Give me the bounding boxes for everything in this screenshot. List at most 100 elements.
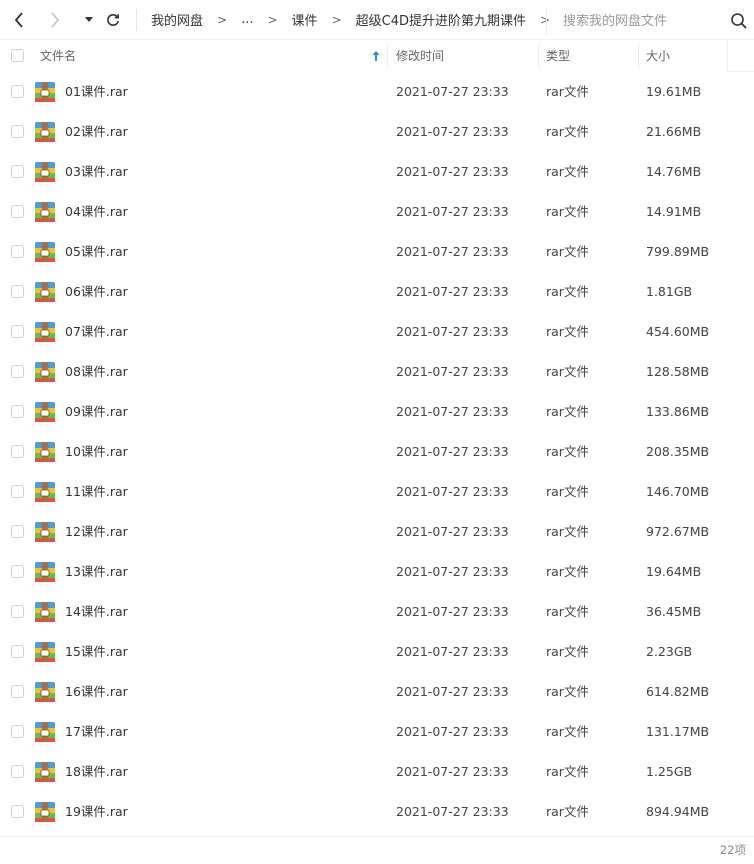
row-checkbox[interactable] <box>11 445 24 458</box>
file-name[interactable]: 11课件.rar <box>65 472 128 512</box>
column-header-modified[interactable]: 修改时间 <box>396 40 444 72</box>
table-row[interactable]: 19课件.rar 2021-07-27 23:33 rar文件 894.94MB <box>0 792 754 832</box>
column-divider[interactable] <box>638 44 639 68</box>
table-row[interactable]: 15课件.rar 2021-07-27 23:33 rar文件 2.23GB <box>0 632 754 672</box>
file-modified-time: 2021-07-27 23:33 <box>396 804 509 819</box>
table-row[interactable]: 07课件.rar 2021-07-27 23:33 rar文件 454.60MB <box>0 312 754 352</box>
file-name[interactable]: 14课件.rar <box>65 592 128 632</box>
column-header-name[interactable]: 文件名 <box>40 40 76 72</box>
file-name[interactable]: 08课件.rar <box>65 352 128 392</box>
rar-archive-icon <box>35 402 55 422</box>
search-icon[interactable] <box>730 12 748 30</box>
file-name[interactable]: 17课件.rar <box>65 712 128 752</box>
file-size: 19.61MB <box>646 84 702 99</box>
sort-up-icon[interactable] <box>371 50 381 62</box>
file-size: 799.89MB <box>646 244 710 259</box>
column-header-size[interactable]: 大小 <box>646 40 670 72</box>
file-type: rar文件 <box>546 604 589 619</box>
file-name[interactable]: 01课件.rar <box>65 72 128 112</box>
row-checkbox[interactable] <box>11 165 24 178</box>
file-modified-time: 2021-07-27 23:33 <box>396 604 509 619</box>
table-row[interactable]: 18课件.rar 2021-07-27 23:33 rar文件 1.25GB <box>0 752 754 792</box>
file-name[interactable]: 06课件.rar <box>65 272 128 312</box>
file-name[interactable]: 03课件.rar <box>65 152 128 192</box>
refresh-button[interactable] <box>102 9 124 31</box>
file-name[interactable]: 18课件.rar <box>65 752 128 792</box>
row-checkbox[interactable] <box>11 565 24 578</box>
row-checkbox[interactable] <box>11 365 24 378</box>
file-name[interactable]: 12课件.rar <box>65 512 128 552</box>
rar-archive-icon <box>35 682 55 702</box>
breadcrumb-item-courseware[interactable]: 课件 <box>290 10 320 29</box>
file-name[interactable]: 13课件.rar <box>65 552 128 592</box>
row-checkbox[interactable] <box>11 85 24 98</box>
file-name[interactable]: 07课件.rar <box>65 312 128 352</box>
file-modified-time: 2021-07-27 23:33 <box>396 764 509 779</box>
table-row[interactable]: 02课件.rar 2021-07-27 23:33 rar文件 21.66MB <box>0 112 754 152</box>
table-row[interactable]: 10课件.rar 2021-07-27 23:33 rar文件 208.35MB <box>0 432 754 472</box>
table-row[interactable]: 09课件.rar 2021-07-27 23:33 rar文件 133.86MB <box>0 392 754 432</box>
row-checkbox[interactable] <box>11 605 24 618</box>
status-bar: 22项 <box>0 836 754 864</box>
table-row[interactable]: 06课件.rar 2021-07-27 23:33 rar文件 1.81GB <box>0 272 754 312</box>
column-divider[interactable] <box>387 44 388 68</box>
row-checkbox[interactable] <box>11 205 24 218</box>
table-row[interactable]: 12课件.rar 2021-07-27 23:33 rar文件 972.67MB <box>0 512 754 552</box>
table-row[interactable]: 17课件.rar 2021-07-27 23:33 rar文件 131.17MB <box>0 712 754 752</box>
row-checkbox[interactable] <box>11 525 24 538</box>
table-row[interactable]: 08课件.rar 2021-07-27 23:33 rar文件 128.58MB <box>0 352 754 392</box>
breadcrumb-item-ellipsis[interactable]: ... <box>239 12 255 27</box>
row-checkbox[interactable] <box>11 645 24 658</box>
history-dropdown-button[interactable] <box>78 9 100 31</box>
file-name[interactable]: 04课件.rar <box>65 192 128 232</box>
row-checkbox[interactable] <box>11 325 24 338</box>
rar-archive-icon <box>35 242 55 262</box>
file-name[interactable]: 19课件.rar <box>65 792 128 832</box>
breadcrumb: 我的网盘 > ... > 课件 > 超级C4D提升进阶第九期课件 > <box>149 10 562 29</box>
file-name[interactable]: 02课件.rar <box>65 112 128 152</box>
file-size: 454.60MB <box>646 324 710 339</box>
forward-button[interactable] <box>44 9 66 31</box>
file-name[interactable]: 16课件.rar <box>65 672 128 712</box>
column-divider[interactable] <box>538 44 539 68</box>
file-size: 146.70MB <box>646 484 710 499</box>
table-row[interactable]: 14课件.rar 2021-07-27 23:33 rar文件 36.45MB <box>0 592 754 632</box>
row-checkbox[interactable] <box>11 685 24 698</box>
file-type: rar文件 <box>546 484 589 499</box>
file-size: 1.25GB <box>646 764 693 779</box>
file-type: rar文件 <box>546 644 589 659</box>
rar-archive-icon <box>35 802 55 822</box>
row-checkbox[interactable] <box>11 805 24 818</box>
breadcrumb-item-current[interactable]: 超级C4D提升进阶第九期课件 <box>354 10 528 29</box>
table-row[interactable]: 04课件.rar 2021-07-27 23:33 rar文件 14.91MB <box>0 192 754 232</box>
file-type: rar文件 <box>546 284 589 299</box>
row-checkbox[interactable] <box>11 405 24 418</box>
back-button[interactable] <box>8 9 30 31</box>
file-name[interactable]: 15课件.rar <box>65 632 128 672</box>
file-name[interactable]: 10课件.rar <box>65 432 128 472</box>
table-row[interactable]: 13课件.rar 2021-07-27 23:33 rar文件 19.64MB <box>0 552 754 592</box>
table-row[interactable]: 03课件.rar 2021-07-27 23:33 rar文件 14.76MB <box>0 152 754 192</box>
table-row[interactable]: 05课件.rar 2021-07-27 23:33 rar文件 799.89MB <box>0 232 754 272</box>
search-box <box>546 7 754 35</box>
table-row[interactable]: 01课件.rar 2021-07-27 23:33 rar文件 19.61MB <box>0 72 754 112</box>
search-input[interactable] <box>563 13 735 29</box>
file-name[interactable]: 05课件.rar <box>65 232 128 272</box>
row-checkbox[interactable] <box>11 285 24 298</box>
row-checkbox[interactable] <box>11 245 24 258</box>
scrollbar[interactable] <box>727 72 754 836</box>
table-row[interactable]: 11课件.rar 2021-07-27 23:33 rar文件 146.70MB <box>0 472 754 512</box>
row-checkbox[interactable] <box>11 125 24 138</box>
select-all-checkbox[interactable] <box>11 49 24 62</box>
rar-archive-icon <box>35 282 55 302</box>
file-type: rar文件 <box>546 244 589 259</box>
rar-archive-icon <box>35 602 55 622</box>
breadcrumb-item-root[interactable]: 我的网盘 <box>149 10 205 29</box>
file-size: 614.82MB <box>646 684 710 699</box>
table-row[interactable]: 16课件.rar 2021-07-27 23:33 rar文件 614.82MB <box>0 672 754 712</box>
column-header-type[interactable]: 类型 <box>546 40 570 72</box>
file-name[interactable]: 09课件.rar <box>65 392 128 432</box>
row-checkbox[interactable] <box>11 485 24 498</box>
row-checkbox[interactable] <box>11 765 24 778</box>
row-checkbox[interactable] <box>11 725 24 738</box>
